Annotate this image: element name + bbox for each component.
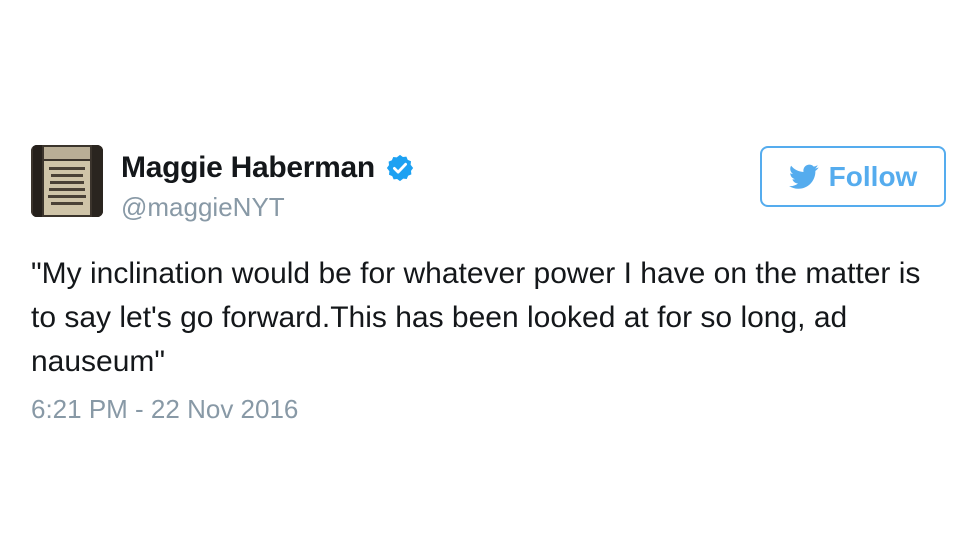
follow-button[interactable]: Follow (760, 146, 946, 207)
verified-badge-icon (385, 153, 415, 183)
embedded-tweet: Maggie Haberman @maggieNYT Follow "My in… (0, 0, 976, 549)
twitter-bird-icon (788, 164, 819, 190)
tweet-text: "My inclination would be for whatever po… (31, 257, 921, 378)
follow-label: Follow (828, 160, 918, 192)
avatar[interactable] (31, 145, 103, 217)
author-name-row: Maggie Haberman (121, 150, 415, 186)
avatar-image (31, 145, 103, 217)
user-handle[interactable]: @maggieNYT (121, 192, 285, 223)
display-name[interactable]: Maggie Haberman (121, 151, 375, 185)
tweet-timestamp[interactable]: 6:21 PM - 22 Nov 2016 (31, 394, 298, 425)
